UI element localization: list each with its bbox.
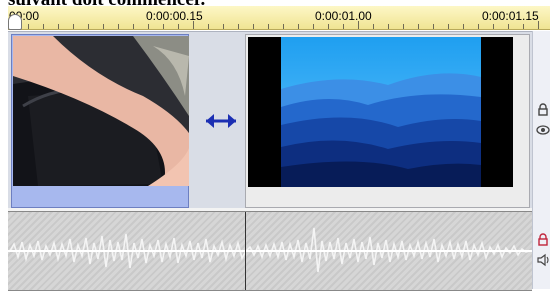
clip-thumbnail-bag (13, 36, 189, 186)
eye-icon[interactable] (536, 123, 550, 137)
audio-track[interactable] (8, 211, 532, 291)
playhead-handle[interactable] (8, 14, 22, 30)
audio-waveform (8, 227, 532, 273)
lock-icon[interactable] (536, 103, 550, 117)
track-controls-panel (532, 31, 550, 289)
timeline-ruler[interactable]: 00:00 0:00:00.15 0:00:01.00 0:00:01.15 (8, 6, 550, 30)
video-clip-selected[interactable] (11, 34, 189, 208)
ruler-label-2: 0:00:01.00 (315, 9, 372, 23)
audio-lock-icon[interactable] (536, 233, 550, 247)
resize-cursor-icon (206, 114, 236, 128)
ruler-label-3: 0:00:01.15 (482, 9, 539, 23)
video-track[interactable] (8, 31, 532, 209)
video-clip-mountains[interactable] (245, 34, 530, 208)
speaker-icon[interactable] (536, 253, 550, 267)
ruler-label-1: 0:00:00.15 (146, 9, 203, 23)
clip-thumbnail-mountains (248, 37, 513, 187)
